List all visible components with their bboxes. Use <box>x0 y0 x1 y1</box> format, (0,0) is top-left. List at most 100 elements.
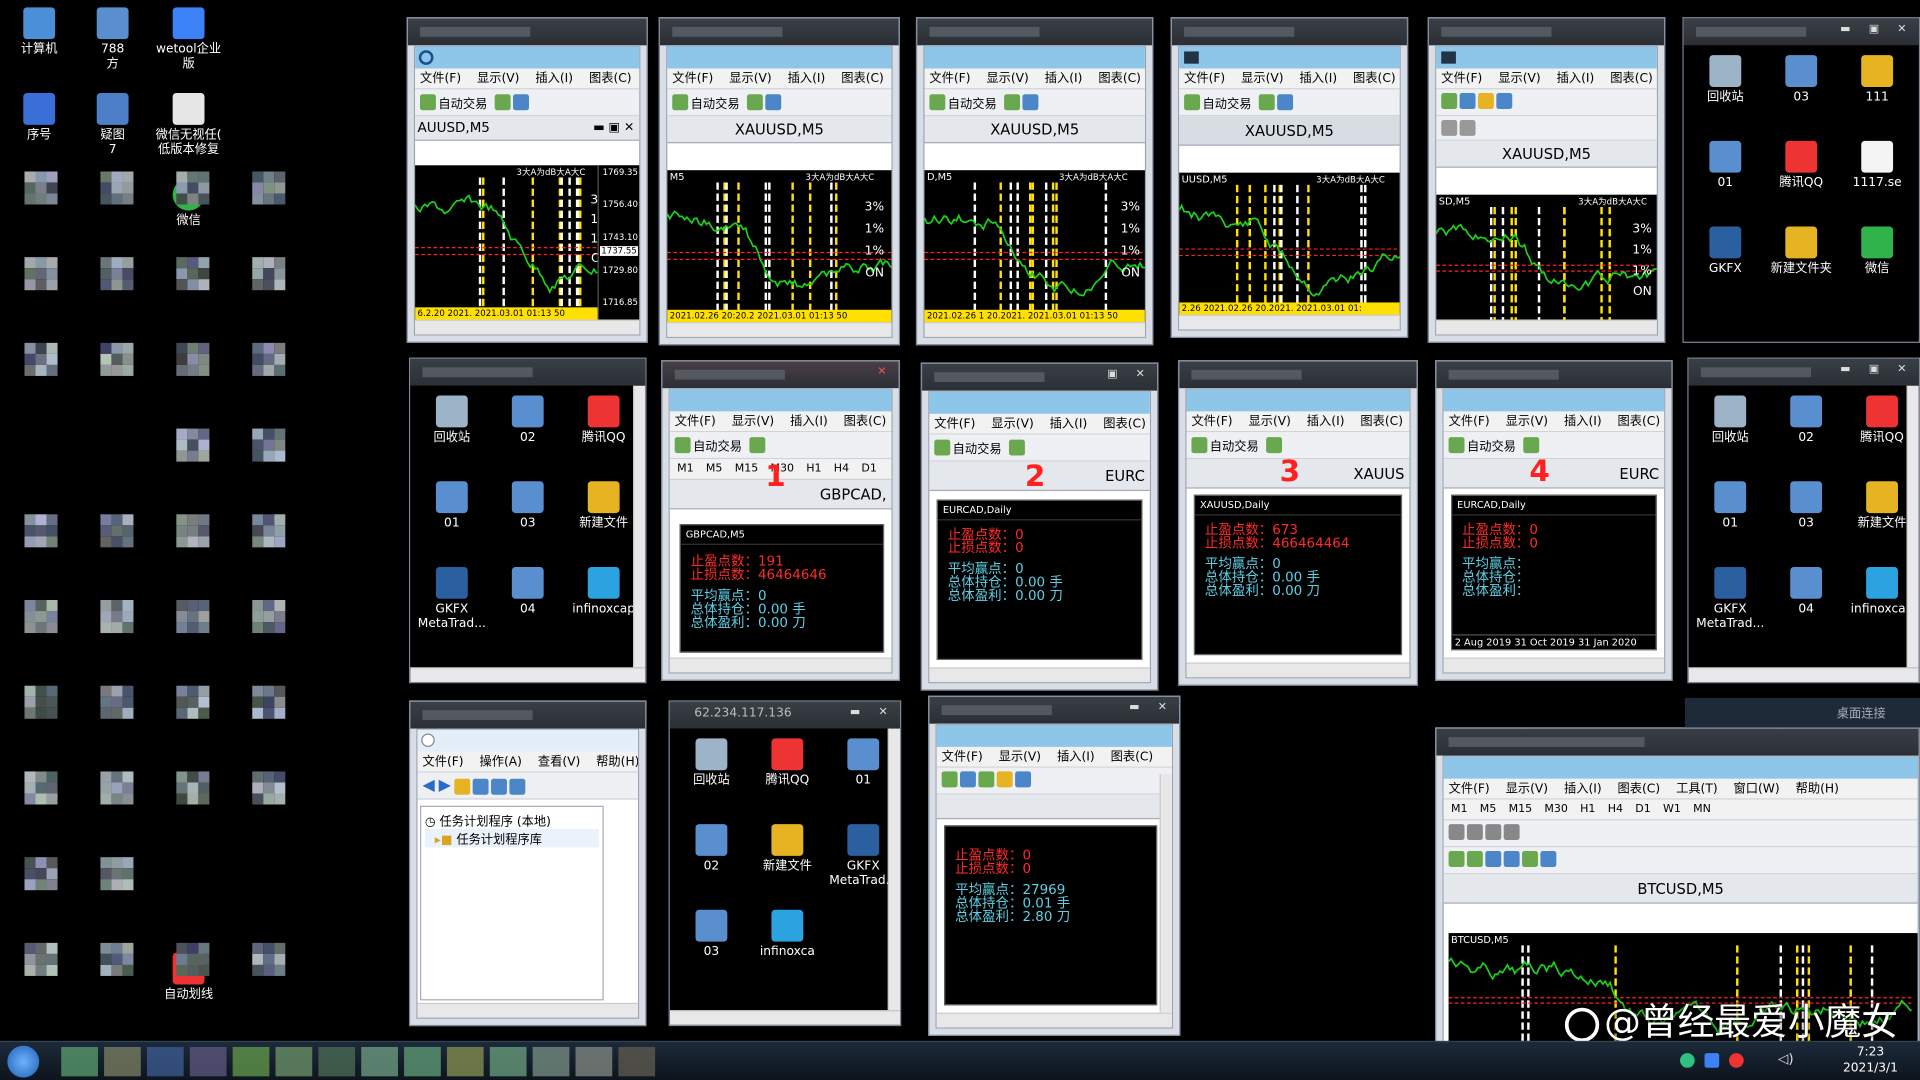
remote-desktop-icon[interactable]: GKFX MetaTrad... <box>827 824 888 889</box>
remote-desktop-view[interactable]: 回收站 02 腾讯QQ 01 03 新建文件 GKFX MetaTrad... 04 infin… <box>1688 385 1907 668</box>
new-order-icon[interactable] <box>1008 439 1025 456</box>
menu-help[interactable]: 帮助(H) <box>596 756 638 769</box>
remote-desktop-icon[interactable]: 04 <box>1769 566 1842 617</box>
folder-icon[interactable] <box>454 778 471 795</box>
menu-view[interactable]: 显示(V) <box>1241 72 1283 85</box>
price-chart[interactable]: 3大A为dB大A大C 3% 1% 1% ON 1769.35 1756.40 1… <box>415 165 640 320</box>
window-titlebar[interactable] <box>660 18 899 46</box>
menu-insert[interactable]: 插入(I) <box>1057 751 1095 764</box>
autotrading-icon[interactable] <box>1448 437 1465 454</box>
price-chart[interactable]: M5 3大A为dB大A大C 3% 1% 1% ON 2021.02.26 20:… <box>667 170 892 323</box>
remote-desktop-icon[interactable]: infinoxcap <box>1845 566 1907 617</box>
new-order-icon[interactable] <box>749 437 766 454</box>
mt4-stats-window[interactable]: ▣ ✕ 文件(F) 显示(V) 插入(I) 图表(C) 自动交易 EURC EURCA… <box>920 362 1159 691</box>
panel-icon[interactable] <box>509 778 526 795</box>
remote-desktop-icon[interactable]: 腾讯QQ <box>567 395 633 446</box>
menu-insert[interactable]: 插入(I) <box>790 415 828 428</box>
remote-desktop-icon[interactable]: 回收站 <box>675 738 748 788</box>
timeframe-mn[interactable]: MN <box>1693 803 1711 815</box>
menu-tools[interactable]: 工具(T) <box>1676 782 1718 795</box>
chart-icon[interactable] <box>1022 94 1039 111</box>
price-chart[interactable]: SD,M5 3大A为dB大A大C 3% 1% 1% ON <box>1436 194 1657 320</box>
menu-file[interactable]: 文件(F) <box>942 751 983 764</box>
menu-view[interactable]: 显示(V) <box>1506 415 1548 428</box>
menu-insert[interactable]: 插入(I) <box>1564 782 1602 795</box>
remote-desktop-icon[interactable]: 04 <box>491 566 564 617</box>
horizontal-scrollbar[interactable] <box>1688 667 1919 683</box>
mt4-window[interactable]: 文件(F) 显示(V) 插入(I) 图表(C) 自动交易 XAUUSD,M5 M5 3… <box>658 17 901 346</box>
remote-desktop-view[interactable]: 回收站 03 111 01 腾讯QQ 1117.se GKFX 新建文件夹 微信 <box>1683 45 1919 342</box>
menu-view[interactable]: 显示(V) <box>1248 415 1290 428</box>
timeframe-m30[interactable]: M30 <box>1544 803 1568 815</box>
new-order-icon[interactable] <box>494 94 511 111</box>
autotrading-icon[interactable] <box>672 94 689 111</box>
timeframe-m15[interactable]: M15 <box>735 463 759 475</box>
window-titlebar[interactable]: ▬ ▣ ✕ <box>1683 18 1919 46</box>
chart-type-icon[interactable] <box>1448 851 1465 867</box>
horizontal-scrollbar[interactable] <box>410 667 646 683</box>
remote-desktop-icon[interactable]: 新建文件 <box>1845 481 1907 531</box>
menu-charts[interactable]: 图表(C) <box>589 72 632 85</box>
window-titlebar[interactable]: ▬ ▣ ✕ <box>1688 358 1919 386</box>
tool-icon[interactable] <box>996 771 1013 788</box>
text-icon[interactable] <box>1503 824 1520 841</box>
taskbar-app-button[interactable] <box>275 1046 313 1077</box>
autotrading-icon[interactable] <box>934 439 951 456</box>
panel-icon[interactable] <box>473 778 490 795</box>
menu-charts[interactable]: 图表(C) <box>1111 751 1154 764</box>
remote-desktop-icon[interactable]: GKFX MetaTrad... <box>415 566 488 632</box>
new-order-icon[interactable] <box>1523 437 1540 454</box>
mt4-window[interactable]: 文件(F) 显示(V) 插入(I) 图表(C) 自动交易 XAUUSD,M5 UUSD… <box>1170 17 1409 338</box>
vertical-scrollbar[interactable] <box>887 728 901 1011</box>
menu-charts[interactable]: 图表(C) <box>1098 72 1141 85</box>
remote-desktop-icon[interactable]: 03 <box>491 481 564 531</box>
horizontal-scrollbar[interactable] <box>669 657 892 673</box>
taskbar-app-button[interactable] <box>104 1046 141 1077</box>
taskbar-app-button[interactable] <box>618 1046 656 1077</box>
menu-window[interactable]: 窗口(W) <box>1734 782 1780 795</box>
menu-help[interactable]: 帮助(H) <box>1796 782 1839 795</box>
remote-desktop-icon[interactable]: 01 <box>415 481 488 531</box>
remote-desktop-view[interactable]: 回收站 腾讯QQ 01 02 新建文件 GKFX MetaTrad... 03 infinox… <box>669 728 888 1011</box>
taskbar-app-button[interactable] <box>446 1046 484 1077</box>
timeframe-h1[interactable]: H1 <box>1580 803 1595 815</box>
menu-action[interactable]: 操作(A) <box>479 756 521 769</box>
window-controls[interactable]: ▬ ✕ <box>850 707 895 719</box>
taskbar-app-button[interactable] <box>318 1046 356 1077</box>
clock[interactable]: 7:23 2021/3/1 <box>1843 1044 1898 1076</box>
menu-view[interactable]: 显示(V) <box>999 751 1041 764</box>
remote-desktop-icon[interactable]: 回收站 <box>1689 55 1762 105</box>
taskbar-app-button[interactable] <box>575 1046 613 1077</box>
zoom-in-icon[interactable] <box>1485 851 1502 867</box>
menu-file[interactable]: 文件(F) <box>672 72 713 85</box>
remote-desktop-view[interactable]: 回收站 02 腾讯QQ 01 03 新建文件 GKFX MetaTrad... 04 infin… <box>410 385 634 668</box>
mt4-window[interactable]: 文件(F) 显示(V) 插入(I) 图表(C) 自动交易 XAUUSD,M5 D,M5… <box>915 17 1154 346</box>
window-titlebar[interactable]: 62.234.117.136 ▬ ✕ <box>669 701 901 729</box>
tool-icon[interactable] <box>978 771 995 788</box>
volume-icon[interactable]: ◁) <box>1778 1051 1794 1067</box>
remote-desktop-window[interactable]: 62.234.117.136 ▬ ✕ 回收站 腾讯QQ 01 02 新建文件 GKFX Me… <box>668 700 902 1027</box>
menu-view[interactable]: 显示(V) <box>477 72 519 85</box>
horizontal-scrollbar[interactable] <box>1443 657 1665 673</box>
remote-desktop-icon[interactable]: 02 <box>1769 395 1842 446</box>
taskbar-app-button[interactable] <box>361 1046 398 1077</box>
horizontal-scrollbar[interactable] <box>936 1012 1172 1028</box>
chart-icon[interactable] <box>765 94 782 111</box>
mt4-stats-window[interactable]: ✕ 文件(F) 显示(V) 插入(I) 图表(C) 自动交易 M1 M5 M15 M30 H1… <box>661 360 901 681</box>
remote-desktop-icon[interactable]: 新建文件 <box>751 824 824 874</box>
zoom-out-icon[interactable] <box>1503 851 1520 867</box>
timeframe-d1[interactable]: D1 <box>861 463 876 475</box>
remote-desktop-icon[interactable]: 回收站 <box>1693 395 1766 446</box>
autotrading-button[interactable]: 自动交易 <box>953 443 1002 456</box>
vertical-scrollbar[interactable] <box>1906 385 1919 668</box>
window-titlebar[interactable] <box>410 701 646 729</box>
chart-icon[interactable] <box>960 771 976 788</box>
tool-icon[interactable] <box>1015 771 1032 788</box>
remote-desktop-icon[interactable]: 微信 <box>1840 226 1913 277</box>
menu-view[interactable]: 显示(V) <box>991 418 1033 431</box>
window-controls[interactable]: ▣ ✕ <box>1107 369 1152 381</box>
menu-insert[interactable]: 插入(I) <box>535 72 573 85</box>
price-chart[interactable]: UUSD,M5 3大A为dB大A大C 2.26 2021.02.26 20.20… <box>1179 172 1400 315</box>
menu-file[interactable]: 文件(F) <box>1449 415 1490 428</box>
remote-desktop-icon[interactable]: 02 <box>675 824 748 874</box>
